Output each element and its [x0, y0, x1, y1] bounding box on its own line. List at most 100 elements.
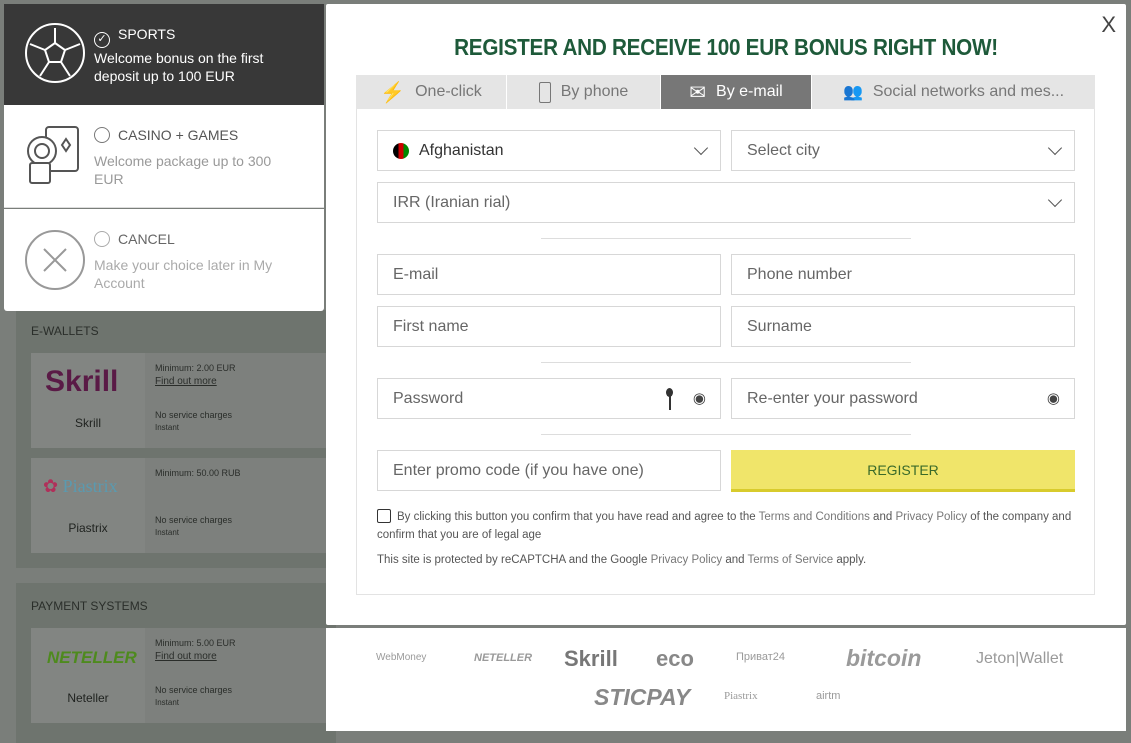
promo-code-field[interactable]: Enter promo code (if you have one) [377, 450, 721, 491]
piastrix-logo: Piastrix [724, 690, 758, 702]
bonus-option-casino[interactable]: CASINO + GAMES Welcome package up to 300… [4, 105, 324, 208]
piastrix-logo: ✿ Piastrix [31, 458, 145, 553]
skrill-logo: Skrill [31, 353, 145, 448]
users-icon: 👥 [842, 84, 863, 101]
placeholder: Re-enter your password [747, 389, 918, 407]
chevron-down-icon [1047, 192, 1063, 208]
tab-label: By phone [560, 83, 629, 100]
fee: No service charges [155, 685, 233, 695]
find-out-more-link[interactable]: Find out more [155, 651, 217, 662]
speed: Instant [155, 528, 180, 537]
cancel-circle-icon [25, 230, 85, 290]
surname-field[interactable]: Surname [731, 306, 1075, 347]
radio-button[interactable] [94, 231, 110, 247]
tab-social-networks[interactable]: 👥 Social networks and mes... [812, 75, 1095, 109]
agree-text: and [869, 511, 896, 523]
eye-slash-icon[interactable]: ◉ [1047, 389, 1060, 407]
tab-one-click[interactable]: ⚡ One-click [356, 75, 507, 109]
currency-value: IRR (Iranian rial) [393, 193, 511, 211]
jeton-wallet-logo: Jeton|Wallet [976, 650, 1064, 667]
section-title: E-WALLETS [31, 324, 99, 338]
tab-by-email[interactable]: ✉ By e-mail [661, 75, 812, 109]
repassword-field[interactable]: Re-enter your password ◉ [731, 378, 1075, 419]
agree-text: By clicking this button you confirm that… [397, 511, 759, 523]
registration-form: Afghanistan Select city IRR (Iranian ria… [356, 109, 1095, 595]
close-button[interactable]: X [1101, 12, 1116, 38]
modal-title: REGISTER AND RECEIVE 100 EUR BONUS RIGHT… [454, 34, 998, 60]
minimum: Minimum: 50.00 RUB [155, 468, 241, 478]
notice-text: and [722, 554, 748, 566]
tab-label: Social networks and mes... [872, 83, 1065, 100]
placeholder: Surname [747, 317, 812, 335]
chevron-down-icon [693, 140, 709, 156]
placeholder: First name [393, 317, 469, 335]
google-privacy-link[interactable]: Privacy Policy [651, 554, 723, 566]
registration-tabs: ⚡ One-click By phone ✉ By e-mail 👥 Social n… [356, 75, 1095, 109]
chevron-down-icon [1047, 140, 1063, 156]
radio-button[interactable] [94, 127, 110, 143]
afghanistan-flag-icon [393, 142, 409, 159]
bonus-option-cancel[interactable]: CANCEL Make your choice later in My Acco… [4, 209, 324, 311]
minimum: Minimum: 5.00 EUR [155, 638, 236, 648]
country-select[interactable]: Afghanistan [377, 130, 721, 171]
password-field[interactable]: Password ◉ [377, 378, 721, 419]
privacy-link[interactable]: Privacy Policy [895, 511, 967, 523]
payment-card-neteller[interactable]: NETELLER Neteller Minimum: 5.00 EUR Find… [31, 628, 341, 723]
option-title: SPORTS [118, 26, 176, 42]
currency-select[interactable]: IRR (Iranian rial) [377, 182, 1075, 223]
key-icon[interactable] [666, 388, 673, 410]
divider [541, 238, 911, 239]
payment-systems-section: PAYMENT SYSTEMS NETELLER Neteller Minimu… [16, 583, 341, 743]
neteller-logo: NETELLER [31, 628, 145, 723]
option-desc: Make your choice later in My Account [94, 257, 273, 291]
check-circle-icon: ✓ [94, 32, 110, 48]
city-placeholder: Select city [747, 141, 820, 159]
option-title: CASINO + GAMES [118, 127, 239, 143]
casino-chips-cards-icon [27, 126, 79, 184]
envelope-icon: ✉ [689, 81, 707, 104]
option-title: CANCEL [118, 231, 175, 247]
register-button[interactable]: REGISTER [731, 450, 1075, 492]
first-name-field[interactable]: First name [377, 306, 721, 347]
method-name: Skrill [75, 416, 101, 430]
tab-label: One-click [415, 83, 482, 100]
phone-field[interactable]: Phone number [731, 254, 1075, 295]
bonus-option-sports[interactable]: ✓ SPORTS Welcome bonus on the first depos… [4, 4, 324, 105]
payment-card-skrill[interactable]: Skrill Skrill Minimum: 2.00 EUR Find out… [31, 353, 341, 448]
speed: Instant [155, 423, 180, 432]
google-terms-link[interactable]: Terms of Service [748, 554, 834, 566]
soccer-ball-icon [25, 23, 85, 83]
email-field[interactable]: E-mail [377, 254, 721, 295]
sticpay-logo: STICPAY [594, 684, 691, 710]
city-select[interactable]: Select city [731, 130, 1075, 171]
eco-logo: eco [656, 646, 694, 671]
airtm-logo: airtm [816, 690, 841, 702]
neteller-logo: NETELLER [474, 652, 533, 664]
find-out-more-link[interactable]: Find out more [155, 376, 217, 387]
tab-by-phone[interactable]: By phone [507, 75, 661, 109]
placeholder: Enter promo code (if you have one) [393, 461, 644, 479]
country-value: Afghanistan [419, 141, 504, 159]
placeholder: Phone number [747, 265, 852, 283]
phone-icon [538, 81, 551, 103]
minimum: Minimum: 2.00 EUR [155, 363, 236, 373]
skrill-logo: Skrill [564, 646, 618, 671]
eye-slash-icon[interactable]: ◉ [693, 389, 706, 407]
privat24-logo: Приват24 [736, 651, 786, 663]
terms-link[interactable]: Terms and Conditions [759, 511, 870, 523]
option-desc: Welcome package up to 300 EUR [94, 153, 272, 187]
notice-text: This site is protected by reCAPTCHA and … [377, 554, 651, 566]
placeholder: Password [393, 389, 464, 407]
registration-modal: X REGISTER AND RECEIVE 100 EUR BONUS RIG… [326, 4, 1126, 625]
terms-checkbox[interactable] [377, 509, 391, 523]
option-desc: Welcome bonus on the first deposit up to… [94, 50, 264, 84]
divider [541, 362, 911, 363]
ewallets-section: E-WALLETS Skrill Skrill Minimum: 2.00 EU… [16, 310, 341, 568]
fee: No service charges [155, 410, 233, 420]
divider [541, 434, 911, 435]
fee: No service charges [155, 515, 233, 525]
payment-card-piastrix[interactable]: ✿ Piastrix Piastrix Minimum: 50.00 RUB N… [31, 458, 341, 553]
webmoney-logo: WebMoney [376, 652, 427, 663]
payment-logos-footer: WebMoney NETELLER Skrill eco Приват24 bi… [326, 628, 1126, 731]
lightning-icon: ⚡ [380, 81, 406, 104]
